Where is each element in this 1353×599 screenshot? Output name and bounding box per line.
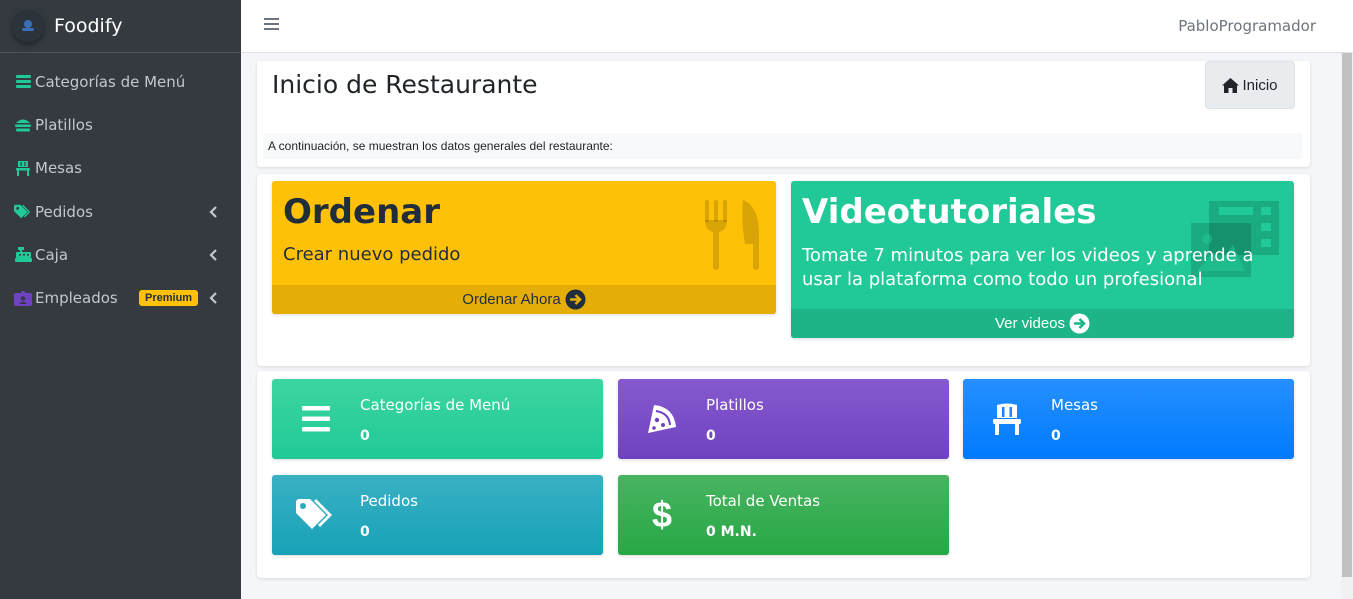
order-promo-text: Crear nuevo pedido — [283, 244, 461, 265]
stat-value: 0 — [360, 428, 370, 444]
sidebar-nav: Categorías de Menú Platillos Mesas Pedid… — [0, 53, 241, 320]
watch-videos-link[interactable]: Ver videos — [791, 309, 1294, 338]
home-button[interactable]: Inicio — [1205, 61, 1295, 109]
videos-promo-text: Tomate 7 minutos para ver los videos y a… — [802, 245, 1254, 290]
arrow-circle-right-icon — [565, 289, 586, 310]
order-now-label: Ordenar Ahora — [462, 291, 561, 308]
order-now-link[interactable]: Ordenar Ahora — [272, 285, 776, 314]
brand-logo — [12, 10, 44, 42]
sidebar-item-categorias[interactable]: Categorías de Menú — [0, 60, 241, 103]
stat-box-total-ventas[interactable]: $ Total de Ventas 0 M.N. — [618, 475, 949, 555]
intro-text: A continuación, se muestran los datos ge… — [263, 133, 1302, 159]
tags-icon — [14, 203, 32, 221]
chair-icon — [14, 159, 32, 177]
list-icon — [14, 73, 32, 91]
arrow-circle-right-icon — [1069, 313, 1090, 334]
stat-label: Total de Ventas — [706, 492, 821, 510]
sidebar-item-label: Pedidos — [35, 202, 93, 221]
page-header: Inicio de Restaurante Inicio A continuac… — [257, 61, 1310, 167]
hamburger-icon — [14, 116, 32, 134]
order-promo-box: Ordenar Crear nuevo pedido Ordenar Ahora — [272, 181, 776, 314]
order-promo-title: Ordenar — [283, 192, 440, 232]
page-title: Inicio de Restaurante — [272, 70, 538, 99]
watch-videos-label: Ver videos — [994, 315, 1066, 332]
stat-box-pedidos[interactable]: Pedidos 0 — [272, 475, 603, 555]
stat-value: 0 — [360, 524, 370, 540]
sidebar-item-label: Mesas — [35, 159, 82, 178]
stat-value: 0 M.N. — [706, 524, 757, 540]
sidebar-item-platillos[interactable]: Platillos — [0, 103, 241, 146]
cash-register-icon — [14, 246, 32, 264]
stat-box-categorias[interactable]: Categorías de Menú 0 — [272, 379, 603, 459]
utensils-icon — [705, 200, 759, 270]
stat-label: Platillos — [706, 396, 764, 414]
stat-value: 0 — [1051, 428, 1061, 444]
user-menu[interactable]: PabloProgramador — [1178, 17, 1316, 35]
chevron-left-icon — [209, 292, 217, 304]
sidebar-item-mesas[interactable]: Mesas — [0, 147, 241, 190]
sidebar-item-label: Platillos — [35, 115, 93, 134]
brand-name: Foodify — [54, 15, 123, 37]
brand[interactable]: Foodify — [0, 0, 241, 53]
dollar-icon: $ — [651, 494, 673, 535]
top-navbar: PabloProgramador — [241, 0, 1353, 53]
sidebar-item-caja[interactable]: Caja — [0, 233, 241, 276]
hamburger-menu-icon[interactable] — [264, 17, 279, 31]
promo-section: Ordenar Crear nuevo pedido Ordenar Ahora… — [257, 174, 1310, 366]
id-badge-icon — [14, 289, 32, 307]
videos-promo-box: Videotutoriales Tomate 7 minutos para ve… — [791, 181, 1294, 338]
stat-label: Mesas — [1051, 396, 1098, 414]
sidebar-item-label: Categorías de Menú — [35, 72, 186, 91]
home-button-label: Inicio — [1242, 76, 1278, 94]
stat-label: Categorías de Menú — [360, 396, 511, 414]
pizza-slice-icon — [640, 399, 684, 439]
videos-promo-title: Videotutoriales — [802, 192, 1097, 232]
list-icon — [294, 399, 338, 439]
tags-icon — [294, 495, 338, 535]
chair-icon — [985, 399, 1029, 439]
stat-label: Pedidos — [360, 492, 418, 510]
sidebar-item-empleados[interactable]: Empleados Premium — [0, 276, 241, 319]
page-scrollbar[interactable] — [1341, 53, 1353, 599]
chevron-left-icon — [209, 205, 217, 218]
sidebar-item-label: Empleados — [35, 289, 118, 308]
sidebar: Foodify Categorías de Menú Platillos Mes… — [0, 0, 241, 599]
scrollbar-thumb[interactable] — [1342, 53, 1352, 577]
chevron-left-icon — [209, 249, 217, 261]
premium-badge: Premium — [139, 290, 199, 307]
stat-value: 0 — [706, 428, 716, 444]
stat-box-mesas[interactable]: Mesas 0 — [963, 379, 1294, 459]
stat-box-platillos[interactable]: Platillos 0 — [618, 379, 949, 459]
home-icon — [1222, 77, 1240, 93]
sidebar-item-pedidos[interactable]: Pedidos — [0, 190, 241, 233]
stats-section: Categorías de Menú 0 Platillos 0 Mesas 0… — [257, 371, 1310, 578]
sidebar-item-label: Caja — [35, 245, 69, 264]
